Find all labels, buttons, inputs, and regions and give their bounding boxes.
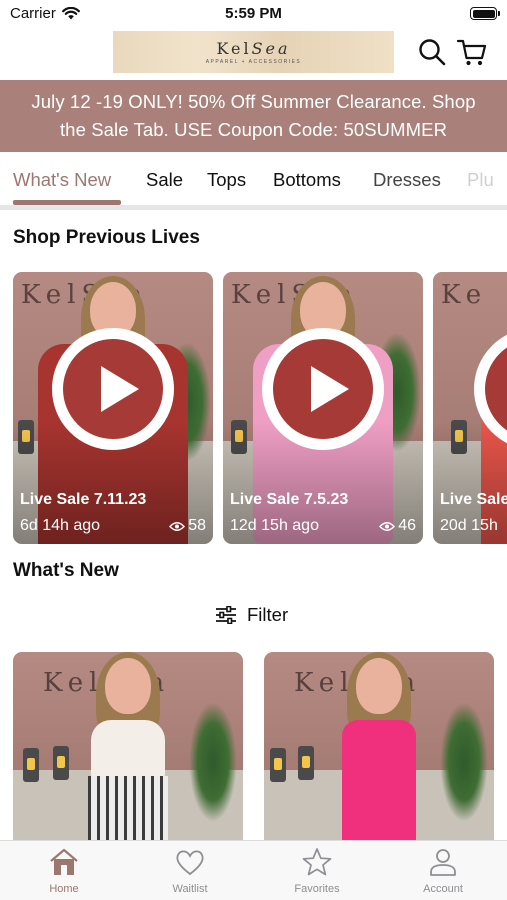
view-count: 46 — [379, 517, 416, 535]
live-title: Live Sale 7.11.23 — [20, 491, 147, 508]
filter-label: Filter — [247, 604, 289, 625]
live-card[interactable]: Ke Live Sale 20d 15h — [433, 272, 507, 544]
eye-icon — [169, 521, 186, 531]
product-image: KelSea — [13, 652, 243, 842]
product-card[interactable]: KelSea — [264, 652, 494, 842]
tabbar-label: Home — [49, 883, 79, 895]
sliders-icon — [216, 606, 236, 624]
store-logo[interactable]: KelSea APPAREL + ACCESSORIES — [113, 31, 394, 73]
eye-icon — [379, 521, 396, 531]
search-icon[interactable] — [417, 37, 447, 67]
live-title: Live Sale — [440, 491, 507, 508]
whats-new-title: What's New — [13, 560, 119, 581]
live-card[interactable]: KelSea Live Sale 7.5.23 12d 15h ago 46 — [223, 272, 423, 544]
status-bar: Carrier 5:59 PM — [0, 0, 507, 30]
clock: 5:59 PM — [225, 5, 282, 22]
live-time-ago: 20d 15h — [440, 517, 498, 534]
battery-icon — [470, 7, 500, 20]
view-count-value: 58 — [188, 517, 206, 534]
tabbar-waitlist[interactable]: Waitlist — [140, 847, 240, 895]
promo-line-1: July 12 -19 ONLY! 50% Off Summer Clearan… — [31, 91, 476, 112]
tabbar-label: Favorites — [294, 883, 340, 895]
view-count: 58 — [169, 517, 206, 535]
live-card[interactable]: KelSea Live Sale 7.11.23 6d 14h ago 58 — [13, 272, 213, 544]
category-tabs: What's New Sale Tops Bottoms Dresses Plu — [0, 152, 507, 210]
bottom-tab-bar: Home Waitlist Favorites Account — [0, 840, 507, 900]
promo-line-2: the Sale Tab. USE Coupon Code: 50SUMMER — [59, 119, 448, 140]
previous-lives-title: Shop Previous Lives — [13, 227, 200, 248]
tab-bottoms[interactable]: Bottoms — [273, 169, 341, 191]
tab-dresses[interactable]: Dresses — [373, 169, 441, 191]
heart-icon — [176, 850, 204, 876]
product-card[interactable]: KelSea — [13, 652, 243, 842]
live-time-ago: 12d 15h ago — [230, 517, 319, 534]
live-time-ago: 6d 14h ago — [20, 517, 101, 534]
play-button[interactable] — [262, 327, 384, 450]
star-icon — [302, 848, 332, 876]
filter-button[interactable]: Filter — [215, 604, 288, 626]
cart-icon[interactable] — [456, 37, 488, 67]
view-count-value: 46 — [398, 517, 416, 534]
active-tab-indicator — [13, 200, 121, 205]
tabbar-label: Waitlist — [172, 883, 208, 895]
person-icon — [430, 849, 456, 876]
tab-plus[interactable]: Plu — [467, 169, 494, 191]
tab-tops[interactable]: Tops — [207, 169, 246, 191]
home-icon — [50, 848, 78, 875]
tabbar-favorites[interactable]: Favorites — [267, 847, 367, 895]
live-title: Live Sale 7.5.23 — [230, 491, 349, 508]
promo-banner[interactable]: July 12 -19 ONLY! 50% Off Summer Clearan… — [0, 80, 507, 152]
tabbar-label: Account — [423, 883, 463, 895]
tabbar-account[interactable]: Account — [393, 847, 493, 895]
play-button[interactable] — [52, 327, 174, 450]
app-header: KelSea APPAREL + ACCESSORIES — [0, 30, 507, 78]
tab-whats-new[interactable]: What's New — [13, 169, 111, 191]
product-image: KelSea — [264, 652, 494, 842]
tabbar-home[interactable]: Home — [14, 847, 114, 895]
tab-sale[interactable]: Sale — [146, 169, 183, 191]
